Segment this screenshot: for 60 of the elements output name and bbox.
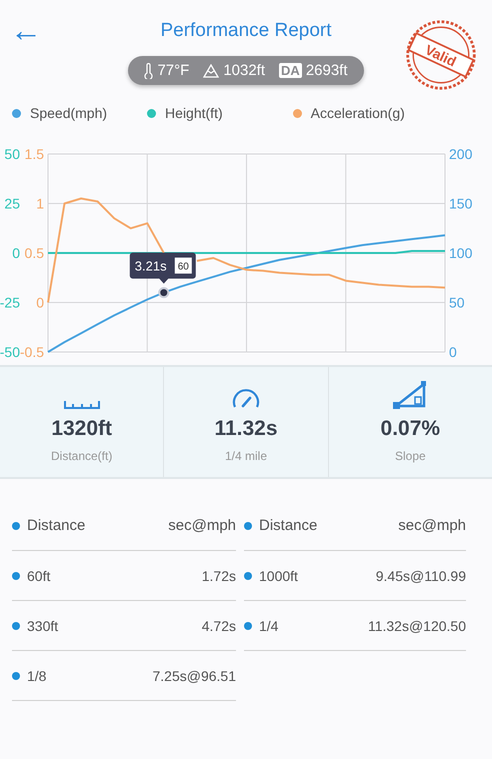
legend-label: Acceleration(g)	[310, 105, 405, 121]
axis-label: 25	[4, 196, 20, 212]
condition-value: 2693ft	[306, 62, 348, 79]
split-time: sec@mph	[398, 517, 466, 534]
bullet-dot	[244, 622, 252, 630]
stat-label: 1/4 mile	[224, 449, 267, 463]
axis-label: 1.5	[24, 146, 44, 162]
axis-label: 0	[36, 294, 44, 310]
split-time: 11.32s@120.50	[368, 618, 466, 634]
axis-label: 0	[12, 245, 20, 261]
stat-label: Distance(ft)	[50, 449, 112, 463]
bullet-dot	[12, 522, 20, 530]
axis-label: -50	[0, 344, 20, 360]
split-distance: 1/4	[259, 618, 280, 634]
condition-value: 77°F	[157, 62, 190, 79]
axis-label: 200	[449, 146, 472, 162]
split-time: 7.25s@96.51	[152, 668, 236, 684]
thermometer-icon	[144, 62, 154, 78]
split-distance: Distance	[259, 517, 318, 534]
bullet-dot	[244, 572, 252, 580]
split-time: 4.72s	[202, 618, 236, 634]
bullet-dot	[244, 522, 252, 530]
legend-label: Speed(mph)	[30, 105, 108, 121]
split-distance: 60ft	[27, 568, 52, 584]
density-badge: DA	[279, 63, 302, 78]
axis-label: 100	[449, 245, 472, 261]
split-time: 1.72s	[202, 568, 236, 584]
axis-label: 1	[36, 196, 44, 212]
annotation: 60	[178, 262, 190, 273]
split-distance: Distance	[27, 517, 86, 534]
axis-label: -25	[0, 294, 20, 310]
split-time: 9.45s@110.99	[376, 568, 466, 584]
axis-label: -0.5	[20, 344, 44, 360]
slope-icon	[393, 381, 428, 409]
valid-stamp: Valid	[404, 18, 478, 92]
data-tooltip: 3.21s 60	[130, 252, 196, 284]
condition-value: 1032ft	[223, 62, 266, 79]
axis-label: 0	[449, 344, 457, 360]
axis-label: 50	[449, 294, 465, 310]
split-distance: 330ft	[27, 618, 60, 634]
bullet-dot	[12, 572, 20, 580]
stat-label: Slope	[394, 449, 426, 463]
stat-value: 1320ft	[51, 417, 112, 441]
mountain-icon	[203, 64, 220, 78]
bullet-dot	[12, 672, 20, 680]
axis-label: 150	[449, 196, 472, 212]
legend-label: Height(ft)	[165, 105, 223, 121]
page-title: Performance Report	[160, 20, 332, 42]
split-distance: 1000ft	[259, 568, 299, 584]
annotation: 3.21s	[134, 258, 168, 274]
axis-label: 50	[4, 146, 20, 162]
stat-value: 11.32s	[214, 417, 278, 441]
stat-value: 0.07%	[380, 417, 440, 441]
axis-label: 0.5	[24, 245, 44, 261]
data-point	[158, 287, 170, 298]
back-button[interactable]: ←	[6, 14, 46, 46]
split-time: sec@mph	[168, 517, 236, 534]
split-distance: 1/8	[27, 668, 48, 684]
bullet-dot	[12, 622, 20, 630]
ruler-icon	[64, 399, 100, 409]
